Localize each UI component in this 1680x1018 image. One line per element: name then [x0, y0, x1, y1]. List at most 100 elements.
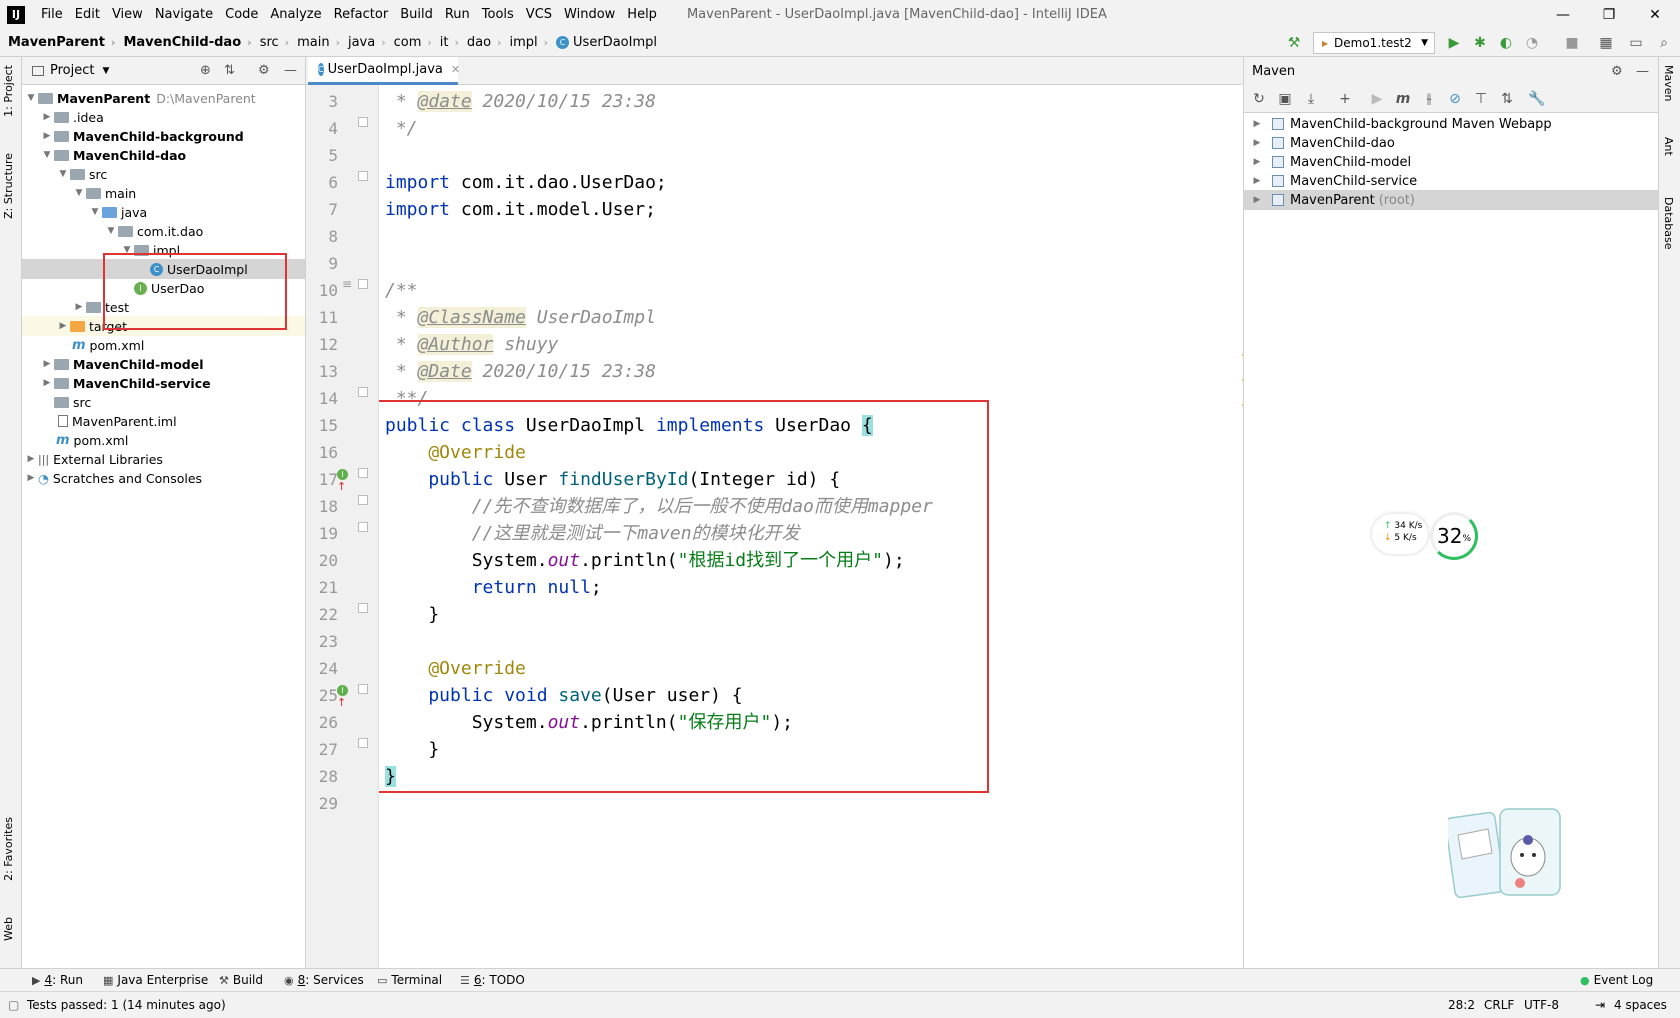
hide-icon[interactable]: —	[1636, 64, 1649, 79]
tree-node[interactable]: MavenParent.iml	[22, 411, 305, 431]
close-tab-icon[interactable]: ✕	[451, 63, 460, 76]
status-message[interactable]: Tests passed: 1 (14 minutes ago)	[27, 998, 226, 1012]
expand-arrow-icon[interactable]: ▶	[1250, 157, 1264, 167]
tab-favorites[interactable]: 2: Favorites	[2, 817, 15, 881]
tree-node[interactable]: ▶ .idea	[22, 107, 305, 127]
breadcrumb-item[interactable]: it ›	[432, 35, 459, 50]
menu-help[interactable]: Help	[621, 7, 663, 22]
tree-node[interactable]: ▼ com.it.dao	[22, 221, 305, 241]
fold-icon[interactable]	[358, 738, 368, 748]
tab-maven[interactable]: Maven	[1662, 65, 1675, 101]
hide-icon[interactable]: —	[284, 63, 297, 78]
menu-navigate[interactable]: Navigate	[149, 7, 219, 22]
maven-project-item-selected[interactable]: ▶ MavenParent (root)	[1244, 190, 1658, 210]
menu-build[interactable]: Build	[394, 7, 439, 22]
tab-structure[interactable]: Z: Structure	[2, 153, 15, 219]
network-speed-widget[interactable]: ↑ 34 K/s ↓ 5 K/s 32%	[1372, 512, 1482, 562]
generate-sources-icon[interactable]: ▣	[1276, 91, 1294, 107]
build-hammer-icon[interactable]: ⚒	[1284, 33, 1304, 53]
tree-node[interactable]: ▶ MavenChild-model	[22, 354, 305, 374]
expand-arrow-icon[interactable]: ▶	[1250, 138, 1264, 148]
menu-file[interactable]: File	[35, 7, 69, 22]
breadcrumb-item[interactable]: com ›	[386, 35, 432, 50]
breadcrumb-item[interactable]: impl ›	[502, 35, 549, 50]
toggle-offline-icon[interactable]: ⫳	[1420, 91, 1438, 107]
expand-arrow-icon[interactable]: ▶	[72, 302, 86, 312]
expand-arrow-icon[interactable]: ▶	[24, 473, 38, 483]
close-icon[interactable]: ✕	[1630, 0, 1680, 29]
debug-icon[interactable]: ✱	[1470, 33, 1490, 53]
search-icon[interactable]: ⌕	[1654, 33, 1674, 53]
add-icon[interactable]: +	[1336, 91, 1354, 107]
maven-project-item[interactable]: ▶ MavenChild-background Maven Webapp	[1244, 114, 1658, 134]
tree-node[interactable]: ▼ MavenParent D:\MavenParent	[22, 88, 305, 108]
tree-node[interactable]: m pom.xml	[22, 430, 305, 450]
breadcrumb-item[interactable]: C UserDaoImpl	[548, 35, 657, 50]
menu-window[interactable]: Window	[558, 7, 621, 22]
doc-render-icon[interactable]: ≡	[342, 277, 352, 291]
tree-node[interactable]: m pom.xml	[22, 335, 305, 355]
caret-position[interactable]: 28:2	[1448, 998, 1475, 1012]
fold-icon[interactable]	[358, 387, 368, 397]
run-config-select[interactable]: ▸ Demo1.test2 ▼	[1313, 32, 1435, 54]
file-encoding[interactable]: UTF-8	[1524, 998, 1559, 1012]
menu-run[interactable]: Run	[439, 7, 476, 22]
breadcrumb-item[interactable]: java ›	[340, 35, 386, 50]
expand-arrow-icon[interactable]: ▼	[72, 188, 86, 198]
gear-icon[interactable]: ⚙	[1611, 64, 1623, 79]
fold-icon[interactable]	[358, 171, 368, 181]
implements-gutter-icon[interactable]: ↑	[337, 683, 353, 709]
fold-icon[interactable]	[358, 117, 368, 127]
line-separator[interactable]: CRLF	[1484, 998, 1514, 1012]
menu-vcs[interactable]: VCS	[520, 7, 558, 22]
expand-arrow-icon[interactable]: ▼	[56, 169, 70, 179]
expand-arrow-icon[interactable]: ▼	[104, 226, 118, 236]
minimize-icon[interactable]: —	[1538, 0, 1588, 29]
run-icon[interactable]: ▶	[1444, 33, 1464, 53]
tab-ant[interactable]: Ant	[1662, 137, 1675, 156]
expand-arrow-icon[interactable]: ▶	[1250, 195, 1264, 205]
wrench-icon[interactable]: 🔧	[1528, 91, 1546, 107]
run-icon[interactable]: ▶	[1368, 91, 1386, 107]
tab-web[interactable]: Web	[2, 917, 15, 941]
project-structure-icon[interactable]: ▦	[1596, 33, 1616, 53]
breadcrumb-item[interactable]: dao ›	[459, 35, 502, 50]
tab-todo[interactable]: ☰ 6: TODO	[460, 973, 525, 987]
tab-terminal[interactable]: ▭ Terminal	[377, 973, 442, 987]
menu-view[interactable]: View	[106, 7, 149, 22]
breadcrumb-item[interactable]: MavenChild-dao ›	[115, 35, 251, 50]
code-editor[interactable]: * @date 2020/10/15 23:38 */ import com.i…	[379, 85, 1242, 968]
gear-icon[interactable]: ⚙	[258, 63, 270, 78]
coverage-icon[interactable]: ◐	[1496, 33, 1516, 53]
fold-icon[interactable]	[358, 522, 368, 532]
expand-arrow-icon[interactable]: ▶	[24, 454, 38, 464]
chevron-down-icon[interactable]: ▼	[102, 66, 109, 76]
fold-icon[interactable]	[358, 279, 368, 289]
expand-arrow-icon[interactable]: ▶	[1250, 176, 1264, 186]
tree-node[interactable]: ▶ MavenChild-background	[22, 126, 305, 146]
fold-icon[interactable]	[358, 468, 368, 478]
tab-build[interactable]: ⚒ Build	[219, 973, 263, 987]
breadcrumb-item[interactable]: src ›	[252, 35, 289, 50]
show-dependencies-icon[interactable]: ⊤	[1472, 91, 1490, 107]
reload-icon[interactable]: ↻	[1250, 91, 1268, 107]
locate-icon[interactable]: ⊕	[200, 63, 211, 78]
tree-node[interactable]: ▼ java	[22, 202, 305, 222]
restore-icon[interactable]: ❐	[1584, 0, 1634, 29]
tab-event-log[interactable]: ● Event Log	[1580, 973, 1653, 987]
collapse-all-icon[interactable]: ⇅	[224, 63, 235, 78]
download-icon[interactable]: ⤓	[1302, 91, 1320, 107]
maven-goal-icon[interactable]: m	[1394, 91, 1412, 107]
implements-gutter-icon[interactable]: ↑	[337, 467, 353, 493]
expand-arrow-icon[interactable]: ▶	[1250, 119, 1264, 129]
tab-java-enterprise[interactable]: ▦ Java Enterprise	[103, 973, 208, 987]
expand-arrow-icon[interactable]: ▼	[40, 150, 54, 160]
fold-icon[interactable]	[358, 684, 368, 694]
fold-icon[interactable]	[358, 603, 368, 613]
project-panel-title[interactable]: Project	[50, 63, 94, 78]
expand-arrow-icon[interactable]: ▶	[40, 112, 54, 122]
expand-arrow-icon[interactable]: ▼	[88, 207, 102, 217]
menu-code[interactable]: Code	[219, 7, 264, 22]
stop-icon[interactable]: ■	[1562, 33, 1582, 53]
menu-refactor[interactable]: Refactor	[328, 7, 395, 22]
